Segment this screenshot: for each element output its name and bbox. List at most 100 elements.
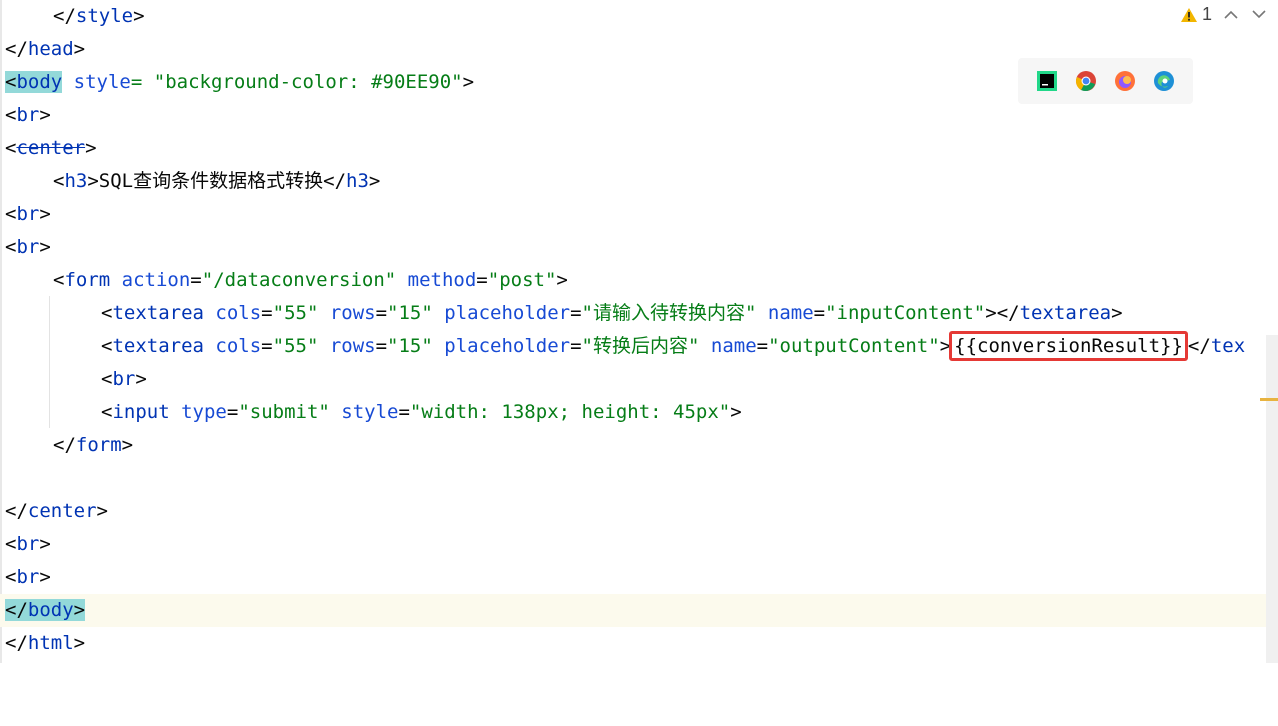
bracket: > [135, 368, 147, 390]
equals-sign: = [570, 302, 582, 324]
code-line-18[interactable]: <br> [0, 561, 1278, 594]
template-variable-highlight: {{conversionResult}} [949, 331, 1188, 361]
tag-name: center [27, 500, 97, 522]
bracket: > [87, 170, 99, 192]
attribute-name: method [396, 269, 477, 291]
bracket: > [368, 170, 381, 192]
bracket: </ [1187, 335, 1211, 357]
attribute-name: style [62, 71, 131, 93]
code-line-15[interactable] [0, 462, 1278, 495]
attribute-value: "转换后内容" [581, 335, 700, 357]
bracket: > [39, 203, 51, 225]
bracket: > [73, 38, 86, 60]
attribute-name: name [756, 302, 814, 324]
bracket: < [5, 203, 17, 225]
code-line-12[interactable]: <br> [0, 363, 1278, 396]
attribute-name: cols [203, 335, 262, 357]
bracket: < [53, 170, 65, 192]
attribute-name: placeholder [432, 335, 571, 357]
attribute-value: "55" [272, 302, 319, 324]
tag-name: textarea [1019, 302, 1112, 324]
code-line-9[interactable]: <form action="/dataconversion" method="p… [0, 264, 1278, 297]
bracket: </ [5, 599, 28, 621]
bracket: > [73, 632, 86, 654]
bracket: > [730, 401, 742, 423]
bracket: < [5, 566, 17, 588]
warning-icon [1180, 7, 1198, 23]
vertical-scrollbar[interactable] [1266, 335, 1278, 663]
code-line-6[interactable]: <h3>SQL查询条件数据格式转换</h3> [0, 165, 1278, 198]
bracket: > [462, 71, 475, 93]
attribute-name: placeholder [432, 302, 571, 324]
code-line-10[interactable]: <textarea cols="55" rows="15" placeholde… [0, 297, 1278, 330]
chrome-icon[interactable] [1075, 70, 1097, 92]
code-line-17[interactable]: <br> [0, 528, 1278, 561]
tag-name: h3 [346, 170, 369, 192]
tag-name: br [16, 203, 40, 225]
bracket: </ [323, 170, 347, 192]
attribute-value: "请输入待转换内容" [581, 302, 757, 324]
bracket: ></ [985, 302, 1020, 324]
equals-sign: = [261, 302, 273, 324]
code-line-14[interactable]: </form> [0, 429, 1278, 462]
code-line-7[interactable]: <br> [0, 198, 1278, 231]
bracket: </ [53, 434, 76, 456]
equals-sign: = [570, 335, 582, 357]
attribute-value: "submit" [238, 401, 330, 423]
tag-name: br [16, 104, 40, 126]
chevron-up-icon[interactable] [1222, 6, 1240, 24]
code-line-19-current[interactable]: </body> [0, 594, 1278, 627]
tag-name: input [112, 401, 170, 423]
tag-name: body [16, 71, 63, 93]
attribute-value: "15" [387, 335, 433, 357]
attribute-name: rows [318, 302, 376, 324]
equals-sign: = [375, 302, 388, 324]
tag-name: form [75, 434, 122, 456]
bracket: > [556, 269, 568, 291]
pycharm-icon[interactable] [1036, 70, 1058, 92]
bracket: < [101, 368, 113, 390]
code-line-11[interactable]: <textarea cols="55" rows="15" placeholde… [0, 330, 1278, 363]
bracket: > [96, 500, 108, 522]
bracket: < [5, 533, 17, 555]
heading-text: SQL查询条件数据格式转换 [98, 170, 324, 192]
equals-sign: = [813, 302, 826, 324]
attribute-value: "inputContent" [825, 302, 986, 324]
browser-preview-toolbar [1018, 58, 1193, 104]
tag-name: br [16, 533, 40, 555]
tag-name: style [75, 5, 134, 27]
bracket: > [85, 137, 97, 159]
bracket: </ [5, 38, 28, 60]
tag-name: form [64, 269, 111, 291]
bracket: < [5, 71, 17, 93]
bracket: > [39, 104, 51, 126]
attribute-name: action [110, 269, 191, 291]
code-line-1[interactable]: </style> [0, 0, 1278, 33]
warning-count: 1 [1201, 4, 1212, 24]
inspection-widget[interactable]: 1 [1180, 4, 1268, 25]
firefox-icon[interactable] [1114, 70, 1136, 92]
attribute-value: "post" [487, 269, 557, 291]
code-line-16[interactable]: </center> [0, 495, 1278, 528]
bracket: > [121, 434, 134, 456]
code-line-20[interactable]: </html> [0, 627, 1278, 660]
code-line-8[interactable]: <br> [0, 231, 1278, 264]
bracket: > [73, 599, 86, 621]
edge-icon[interactable] [1153, 70, 1175, 92]
bracket: > [39, 533, 51, 555]
warning-indicator[interactable]: 1 [1180, 4, 1212, 25]
code-line-13[interactable]: <input type="submit" style="width: 138px… [0, 396, 1278, 429]
tag-name: h3 [64, 170, 88, 192]
attribute-value: "width: 138px; height: 45px" [409, 401, 731, 423]
code-line-5[interactable]: <center> [0, 132, 1278, 165]
attribute-value: "/dataconversion" [201, 269, 397, 291]
equals-sign: = [476, 269, 488, 291]
bracket: </ [5, 632, 28, 654]
attribute-value: "outputContent" [768, 335, 940, 357]
chevron-down-icon[interactable] [1250, 6, 1268, 24]
bracket: < [5, 236, 17, 258]
scrollbar-warning-marker[interactable] [1260, 398, 1278, 401]
tag-name: head [27, 38, 74, 60]
bracket: < [101, 401, 113, 423]
bracket: < [53, 269, 65, 291]
